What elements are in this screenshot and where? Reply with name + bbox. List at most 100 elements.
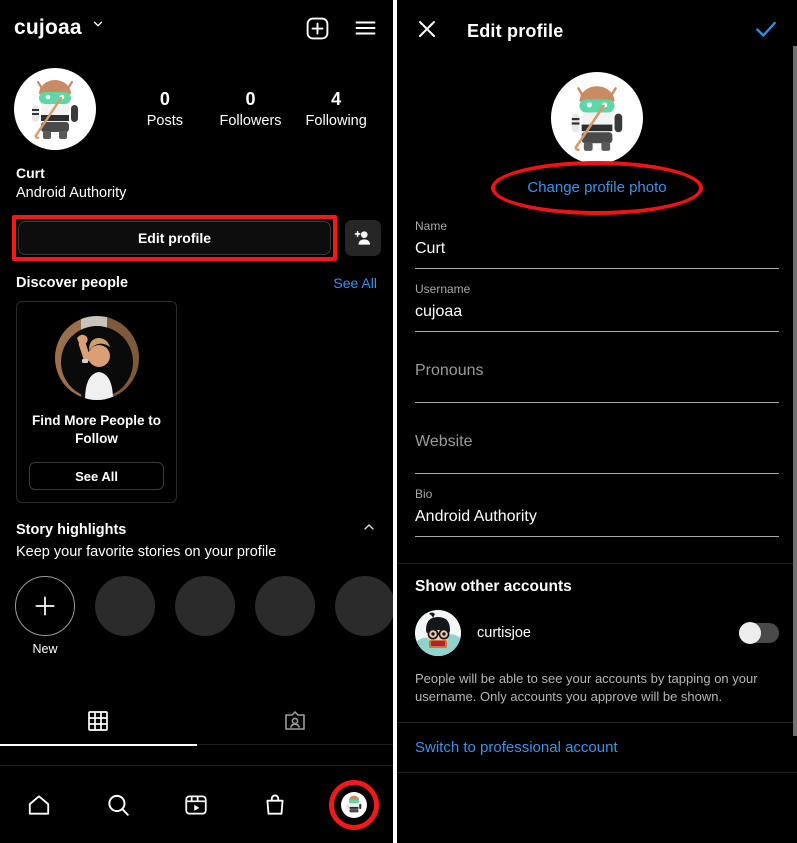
field-bio-label: Bio (415, 487, 433, 501)
story-highlight-circle (95, 576, 155, 636)
field-username-value: cujoaa (415, 303, 463, 320)
story-highlight-placeholder[interactable] (254, 576, 316, 656)
section-divider (397, 772, 797, 773)
grid-icon (88, 711, 109, 731)
profile-tab-bar (0, 700, 393, 746)
edit-profile-avatar[interactable] (551, 72, 643, 164)
field-name[interactable]: Name Curt (415, 218, 779, 269)
discover-people-header: Discover people See All (0, 261, 393, 297)
stat-followers-label: Followers (219, 113, 282, 129)
profile-stats: 0 Posts 0 Followers 4 Following (122, 87, 379, 131)
nav-home[interactable] (0, 792, 79, 818)
edit-profile-fields: Name Curt Username cujoaa Pronouns Websi… (397, 196, 797, 537)
field-username[interactable]: Username cujoaa (415, 281, 779, 332)
show-other-accounts-description: People will be able to see your accounts… (415, 671, 758, 704)
show-other-accounts-toggle[interactable] (739, 622, 779, 644)
story-highlights-row: New (0, 562, 393, 656)
edit-profile-title: Edit profile (467, 20, 564, 41)
story-highlights-subtitle: Keep your favorite stories on your profi… (16, 544, 277, 560)
stat-followers-value: 0 (245, 89, 256, 109)
field-pronouns[interactable]: Pronouns (415, 344, 779, 403)
discover-people-title: Discover people (16, 275, 129, 291)
profile-avatar[interactable] (14, 68, 96, 150)
instagram-profile-screen: cujoaa 0 Posts 0 Followers 4 Following C… (0, 0, 393, 843)
discover-card-text: Find More People to Follow (31, 413, 161, 446)
tab-tagged[interactable] (197, 700, 394, 742)
story-highlight-placeholder[interactable] (94, 576, 156, 656)
switch-to-professional-account-link[interactable]: Switch to professional account (397, 723, 797, 772)
story-highlight-placeholder[interactable] (174, 576, 236, 656)
discover-people-strip: Find More People to Follow See All (0, 297, 393, 503)
active-tab-underline (0, 744, 197, 746)
story-highlight-new-label: New (32, 642, 58, 656)
reels-icon (185, 794, 208, 815)
edit-profile-highlight: Edit profile (12, 215, 337, 261)
home-icon (29, 794, 50, 815)
search-icon (108, 794, 129, 816)
field-website[interactable]: Website (415, 415, 779, 474)
close-x-icon[interactable] (415, 17, 439, 46)
toggle-knob (739, 622, 761, 644)
android-mascot-avatar (571, 86, 623, 152)
inactive-tab-underline (197, 744, 393, 745)
edit-profile-screen: Edit profile Change profile photo Name C… (397, 0, 797, 843)
vertical-scrollbar[interactable] (793, 46, 797, 736)
edit-profile-button[interactable]: Edit profile (18, 221, 331, 255)
change-profile-photo-link[interactable]: Change profile photo (527, 179, 666, 196)
show-other-accounts-block: Show other accounts curtisjoe People wil… (397, 564, 797, 706)
add-person-icon[interactable] (345, 220, 381, 256)
plus-icon (15, 576, 75, 636)
story-highlight-placeholder[interactable] (334, 576, 393, 656)
profile-action-row: Edit profile (0, 203, 393, 261)
chevron-up-icon[interactable] (361, 519, 377, 540)
field-website-placeholder: Website (415, 433, 473, 450)
field-bio-value: Android Authority (415, 508, 537, 525)
stat-following[interactable]: 4 Following (293, 87, 379, 131)
edit-profile-avatar-area: Change profile photo (397, 62, 797, 215)
discover-card[interactable]: Find More People to Follow See All (16, 301, 177, 503)
tab-grid[interactable] (0, 700, 197, 742)
story-highlight-circle (175, 576, 235, 636)
plus-square-icon[interactable] (305, 16, 330, 41)
story-highlight-new[interactable]: New (14, 576, 76, 656)
hamburger-menu-icon[interactable] (352, 16, 379, 40)
screenshot-root: cujoaa 0 Posts 0 Followers 4 Following C… (0, 0, 797, 843)
stat-followers[interactable]: 0 Followers (208, 87, 294, 131)
shop-bag-icon (266, 794, 284, 815)
other-account-name: curtisjoe (477, 625, 531, 641)
field-name-value: Curt (415, 240, 446, 257)
discover-card-see-all-button[interactable]: See All (29, 462, 164, 490)
chevron-down-icon[interactable] (91, 17, 105, 36)
story-highlights-title: Story highlights (16, 521, 127, 538)
nav-profile-wrap (328, 779, 379, 830)
bottom-navigation-bar (0, 765, 393, 843)
profile-display-name: Curt (16, 165, 45, 181)
account-username[interactable]: cujoaa (14, 16, 82, 40)
cartoon-person-avatar (415, 610, 461, 656)
story-highlights-header: Story highlights (0, 503, 393, 540)
waving-person-photo (54, 316, 139, 400)
field-bio[interactable]: Bio Android Authority (415, 486, 779, 537)
profile-top-bar: cujoaa (0, 0, 393, 56)
nav-profile-highlight-ring (328, 779, 379, 830)
other-account-row[interactable]: curtisjoe (415, 610, 779, 656)
nav-reels[interactable] (157, 792, 236, 818)
nav-profile[interactable] (314, 779, 393, 830)
story-highlight-circle (255, 576, 315, 636)
field-username-label: Username (415, 282, 471, 296)
check-icon[interactable] (753, 16, 779, 47)
stat-posts[interactable]: 0 Posts (122, 87, 208, 131)
discover-see-all-link[interactable]: See All (333, 275, 377, 291)
nav-search[interactable] (79, 792, 158, 818)
android-mascot-avatar (32, 80, 78, 140)
field-pronouns-placeholder: Pronouns (415, 362, 484, 379)
story-highlight-circle (335, 576, 393, 636)
profile-summary-row: 0 Posts 0 Followers 4 Following (0, 56, 393, 150)
field-name-label: Name (415, 219, 448, 233)
stat-following-label: Following (305, 113, 367, 129)
show-other-accounts-title: Show other accounts (415, 578, 572, 595)
nav-shop[interactable] (236, 792, 315, 818)
profile-bio: Android Authority (16, 185, 127, 201)
stat-posts-value: 0 (159, 89, 170, 109)
stat-following-value: 4 (331, 89, 342, 109)
